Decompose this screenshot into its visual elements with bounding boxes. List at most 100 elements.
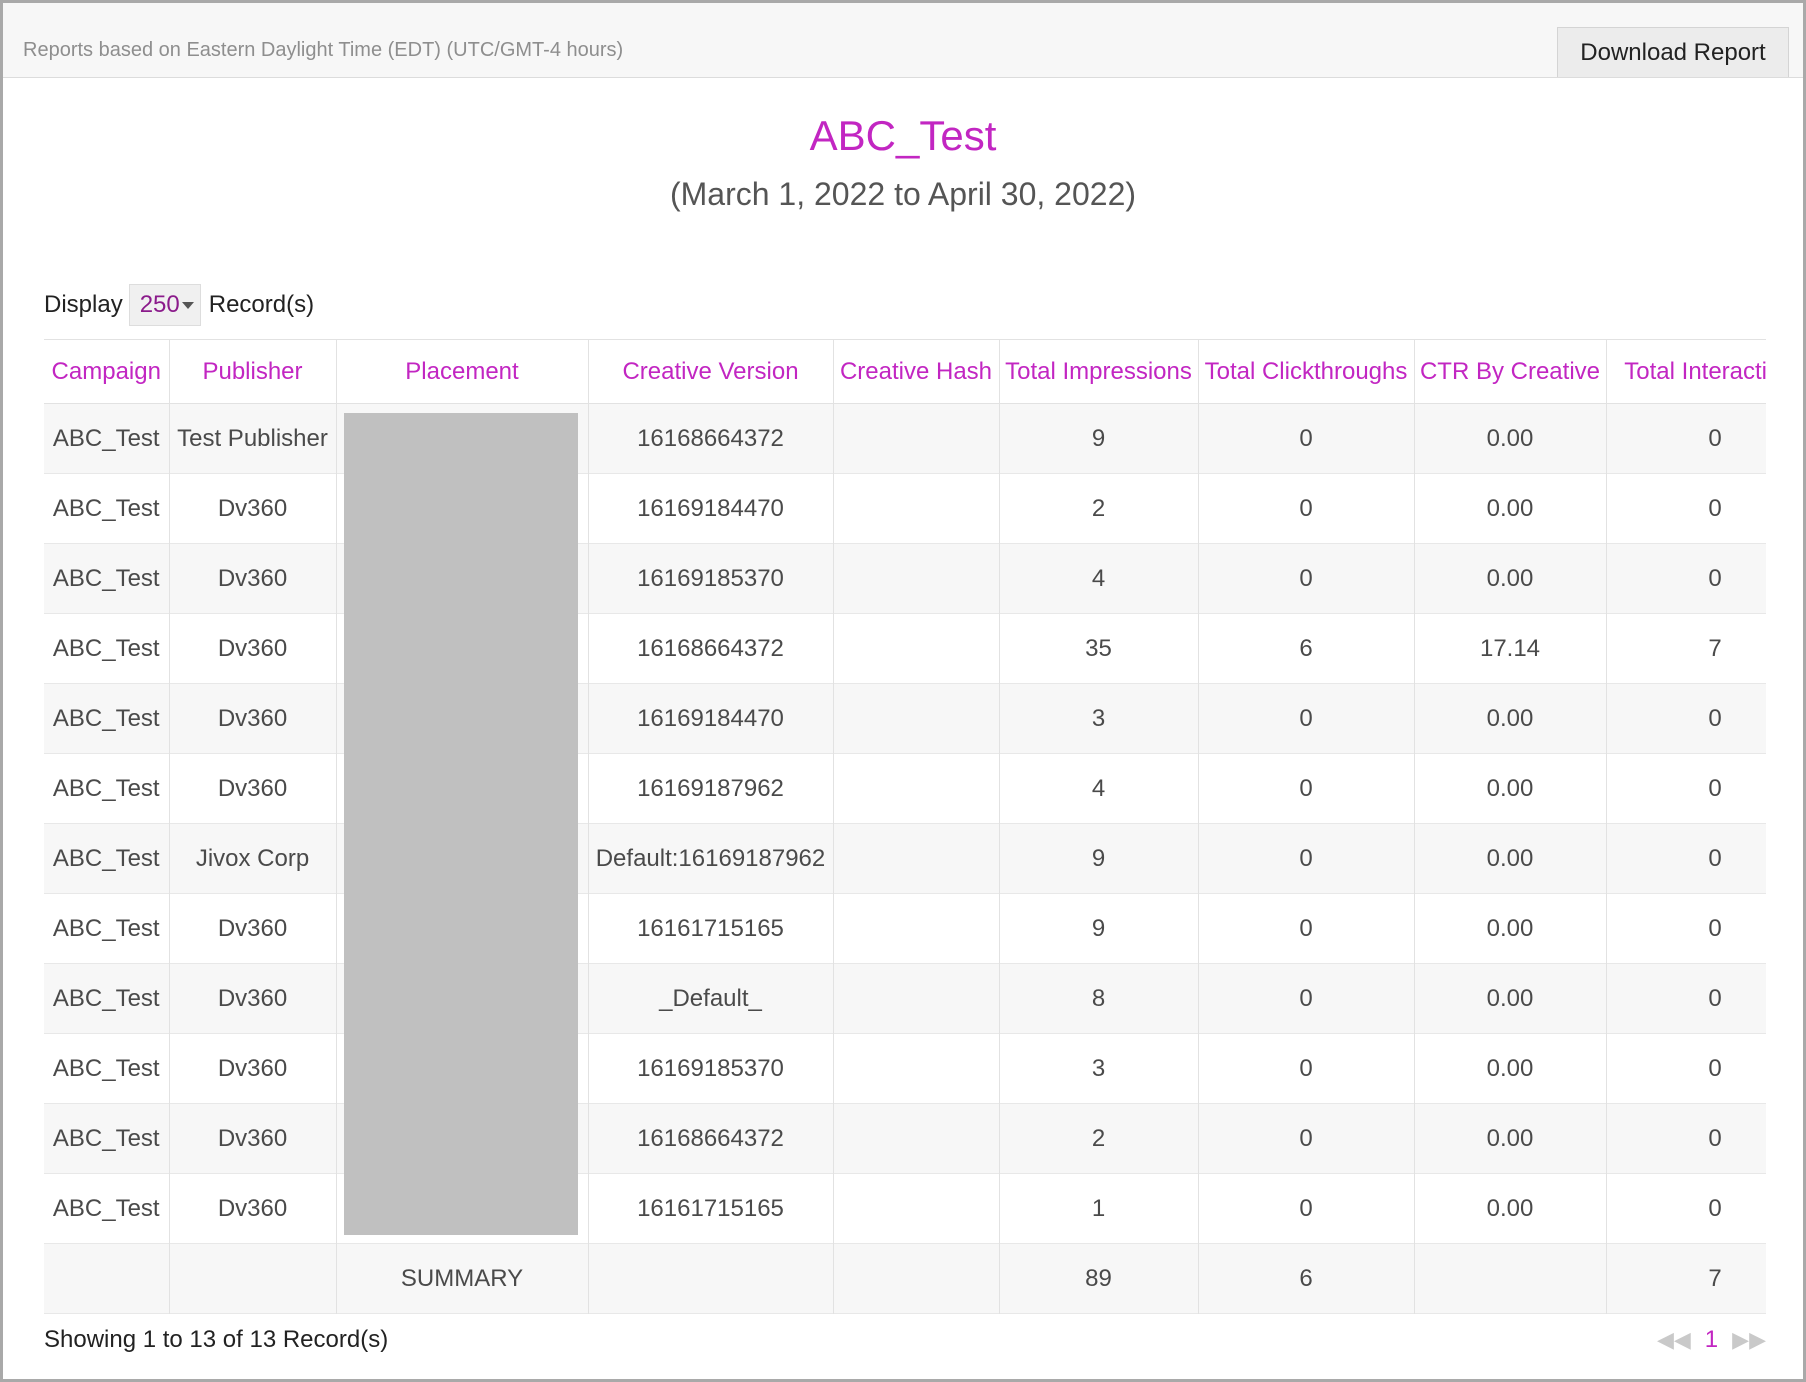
cell-total-clickthroughs: 0 — [1197, 753, 1415, 824]
cell-creative-version: 16169185370 — [587, 1033, 834, 1104]
summary-cell-total-interactions: 7 — [1605, 1243, 1766, 1314]
records-per-page-control: Display 250 Record(s) — [44, 284, 314, 326]
cell-total-interactions: 7 — [1605, 613, 1766, 684]
cell-ctr-by-creative: 0.00 — [1413, 893, 1607, 964]
column-header-creative-version[interactable]: Creative Version — [587, 339, 834, 404]
cell-campaign: ABC_Test — [44, 823, 170, 894]
cell-total-impressions: 2 — [998, 473, 1199, 544]
cell-creative-hash — [832, 403, 1000, 474]
cell-total-impressions: 4 — [998, 543, 1199, 614]
first-page-icon[interactable]: ◀◀ — [1657, 1327, 1691, 1353]
cell-campaign: ABC_Test — [44, 543, 170, 614]
column-header-total-clickthroughs[interactable]: Total Clickthroughs — [1197, 339, 1415, 404]
cell-creative-hash — [832, 963, 1000, 1034]
cell-creative-hash — [832, 543, 1000, 614]
table-row: ABC_Test Dv360 16169185370 4 0 0.00 0 — [44, 543, 1766, 614]
column-header-campaign[interactable]: Campaign — [44, 339, 170, 404]
column-header-creative-hash[interactable]: Creative Hash — [832, 339, 1000, 404]
table-row: ABC_Test Test Publisher 16168664372 9 0 0.00 0 — [44, 403, 1766, 474]
page-number-1[interactable]: 1 — [1705, 1326, 1718, 1354]
cell-creative-hash — [832, 893, 1000, 964]
cell-ctr-by-creative: 0.00 — [1413, 963, 1607, 1034]
cell-publisher: Dv360 — [168, 473, 337, 544]
column-header-total-impressions[interactable]: Total Impressions — [998, 339, 1199, 404]
table-row: ABC_Test Dv360 16168664372 35 6 17.14 7 — [44, 613, 1766, 684]
cell-publisher: Dv360 — [168, 963, 337, 1034]
table-footer: Showing 1 to 13 of 13 Record(s) ◀◀ 1 ▶▶ — [44, 1322, 1766, 1358]
cell-creative-version: 16161715165 — [587, 1173, 834, 1244]
cell-total-interactions: 0 — [1605, 1173, 1766, 1244]
display-label: Display — [44, 291, 123, 318]
cell-total-impressions: 3 — [998, 1033, 1199, 1104]
cell-total-clickthroughs: 0 — [1197, 963, 1415, 1034]
placement-redacted-block — [344, 413, 578, 1235]
summary-cell-total-clickthroughs: 6 — [1197, 1243, 1415, 1314]
cell-creative-version: 16168664372 — [587, 1103, 834, 1174]
timezone-note: Reports based on Eastern Daylight Time (… — [23, 39, 624, 61]
cell-total-interactions: 0 — [1605, 543, 1766, 614]
cell-total-interactions: 0 — [1605, 893, 1766, 964]
cell-publisher: Dv360 — [168, 1103, 337, 1174]
cell-campaign: ABC_Test — [44, 683, 170, 754]
cell-publisher: Dv360 — [168, 683, 337, 754]
summary-cell-total-impressions: 89 — [998, 1243, 1199, 1314]
records-summary: Showing 1 to 13 of 13 Record(s) — [44, 1326, 389, 1353]
cell-creative-version: 16169187962 — [587, 753, 834, 824]
cell-creative-version: _Default_ — [587, 963, 834, 1034]
report-title: ABC_Test — [809, 112, 997, 159]
column-header-placement[interactable]: Placement — [335, 339, 589, 404]
column-header-total-interactions[interactable]: Total Interactions — [1605, 339, 1766, 404]
table-row: ABC_Test Dv360 16161715165 9 0 0.00 0 — [44, 893, 1766, 964]
cell-campaign: ABC_Test — [44, 893, 170, 964]
cell-creative-version: Default:16169187962 — [587, 823, 834, 894]
cell-publisher: Dv360 — [168, 1173, 337, 1244]
cell-creative-hash — [832, 753, 1000, 824]
table-header-row: Campaign Publisher Placement Creative Ve… — [44, 339, 1766, 404]
cell-total-interactions: 0 — [1605, 823, 1766, 894]
summary-cell-ctr-by-creative — [1413, 1243, 1607, 1314]
cell-total-impressions: 4 — [998, 753, 1199, 824]
cell-total-clickthroughs: 0 — [1197, 473, 1415, 544]
report-toolbar: Reports based on Eastern Daylight Time (… — [3, 3, 1803, 78]
cell-campaign: ABC_Test — [44, 753, 170, 824]
cell-total-clickthroughs: 6 — [1197, 613, 1415, 684]
summary-row: SUMMARY 89 6 7 — [44, 1243, 1766, 1314]
cell-creative-version: 16168664372 — [587, 403, 834, 474]
cell-total-interactions: 0 — [1605, 963, 1766, 1034]
table-row: ABC_Test Dv360 16169187962 4 0 0.00 0 — [44, 753, 1766, 824]
column-header-ctr-by-creative[interactable]: CTR By Creative — [1413, 339, 1607, 404]
cell-campaign: ABC_Test — [44, 473, 170, 544]
cell-total-clickthroughs: 0 — [1197, 1033, 1415, 1104]
cell-total-impressions: 9 — [998, 823, 1199, 894]
column-header-publisher[interactable]: Publisher — [168, 339, 337, 404]
cell-ctr-by-creative: 0.00 — [1413, 1103, 1607, 1174]
cell-total-clickthroughs: 0 — [1197, 683, 1415, 754]
cell-total-impressions: 2 — [998, 1103, 1199, 1174]
cell-campaign: ABC_Test — [44, 403, 170, 474]
cell-total-clickthroughs: 0 — [1197, 823, 1415, 894]
table-row: ABC_Test Dv360 16161715165 1 0 0.00 0 — [44, 1173, 1766, 1244]
cell-publisher: Dv360 — [168, 1033, 337, 1104]
cell-total-impressions: 35 — [998, 613, 1199, 684]
last-page-icon[interactable]: ▶▶ — [1732, 1327, 1766, 1353]
summary-cell-publisher — [168, 1243, 337, 1314]
cell-campaign: ABC_Test — [44, 1173, 170, 1244]
cell-ctr-by-creative: 17.14 — [1413, 613, 1607, 684]
report-table-container[interactable]: Campaign Publisher Placement Creative Ve… — [44, 339, 1766, 1314]
cell-creative-hash — [832, 613, 1000, 684]
cell-campaign: ABC_Test — [44, 963, 170, 1034]
cell-total-impressions: 8 — [998, 963, 1199, 1034]
cell-publisher: Dv360 — [168, 613, 337, 684]
cell-campaign: ABC_Test — [44, 1103, 170, 1174]
cell-publisher: Dv360 — [168, 753, 337, 824]
cell-ctr-by-creative: 0.00 — [1413, 1033, 1607, 1104]
cell-total-impressions: 1 — [998, 1173, 1199, 1244]
report-date-range: (March 1, 2022 to April 30, 2022) — [669, 176, 1137, 212]
cell-campaign: ABC_Test — [44, 1033, 170, 1104]
summary-cell-campaign — [44, 1243, 170, 1314]
table-row: ABC_Test Dv360 _Default_ 8 0 0.00 0 — [44, 963, 1766, 1034]
records-per-page-select[interactable]: 250 — [128, 284, 201, 326]
records-per-page-value: 250 — [139, 291, 180, 318]
download-report-button[interactable]: Download Report — [1557, 27, 1789, 77]
table-body: ABC_Test Test Publisher 16168664372 9 0 0.00 0… — [44, 403, 1766, 1314]
